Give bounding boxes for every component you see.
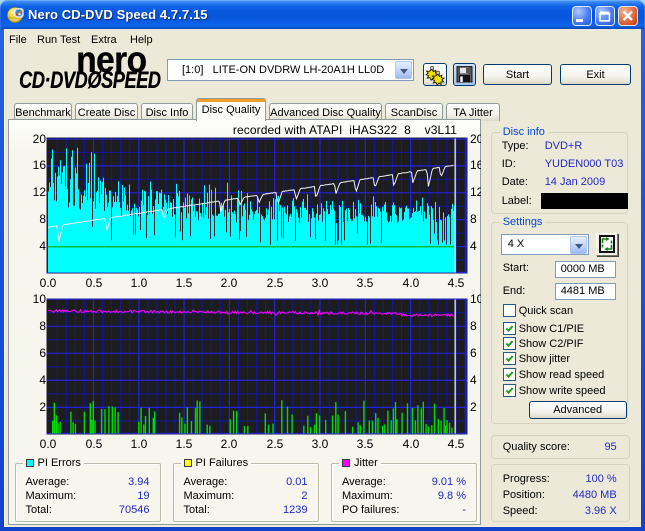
svg-text:4: 4 [470,239,477,253]
svg-text:4: 4 [39,373,46,387]
svg-text:2.5: 2.5 [267,276,284,290]
svg-text:0.0: 0.0 [40,276,57,290]
svg-text:12: 12 [470,185,481,199]
svg-text:8: 8 [39,212,46,226]
svg-text:12: 12 [33,185,47,199]
svg-text:8: 8 [470,319,477,333]
svg-text:0.5: 0.5 [86,437,103,451]
svg-text:2.5: 2.5 [267,437,284,451]
svg-text:3.0: 3.0 [312,276,329,290]
svg-text:3.5: 3.5 [357,437,374,451]
svg-text:4.0: 4.0 [403,276,420,290]
svg-text:recorded with ATAPI iHAS322: recorded with ATAPI iHAS322 8 v3L11 [233,123,457,137]
svg-text:16: 16 [470,158,481,172]
svg-text:1.5: 1.5 [176,276,193,290]
svg-text:6: 6 [470,346,477,360]
svg-text:8: 8 [470,212,477,226]
svg-text:10: 10 [33,292,47,306]
svg-text:6: 6 [39,346,46,360]
svg-text:2.0: 2.0 [221,437,238,451]
svg-text:2.0: 2.0 [221,276,238,290]
svg-text:4: 4 [470,373,477,387]
svg-text:20: 20 [33,132,47,146]
svg-text:1.5: 1.5 [176,437,193,451]
svg-text:4.5: 4.5 [448,437,465,451]
svg-text:4.5: 4.5 [448,276,465,290]
svg-text:0.5: 0.5 [86,276,103,290]
svg-text:16: 16 [33,158,47,172]
svg-text:4: 4 [39,239,46,253]
svg-text:4.0: 4.0 [403,437,420,451]
svg-text:3.0: 3.0 [312,437,329,451]
svg-text:20: 20 [470,132,481,146]
svg-text:2: 2 [470,400,477,414]
svg-text:8: 8 [39,319,46,333]
svg-text:2: 2 [39,400,46,414]
svg-text:1.0: 1.0 [131,437,148,451]
svg-text:1.0: 1.0 [131,276,148,290]
svg-text:0.0: 0.0 [40,437,57,451]
svg-text:3.5: 3.5 [357,276,374,290]
svg-text:10: 10 [470,292,481,306]
